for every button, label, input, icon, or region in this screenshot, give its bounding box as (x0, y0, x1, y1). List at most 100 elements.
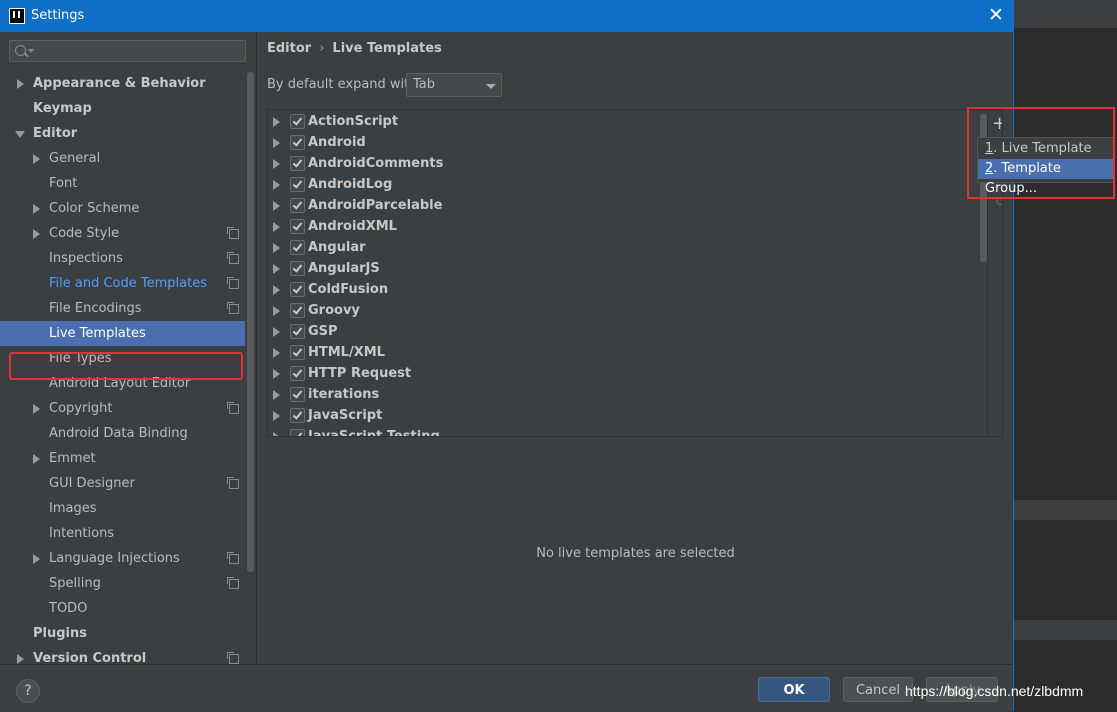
sidebar-item-code-style[interactable]: Code Style (0, 221, 245, 246)
sidebar-item-font[interactable]: Font (0, 171, 245, 196)
selection-highlight-box (9, 352, 243, 380)
group-enabled-checkbox[interactable] (290, 177, 305, 192)
group-enabled-checkbox[interactable] (290, 156, 305, 171)
expand-arrow-icon[interactable] (273, 159, 280, 169)
help-button[interactable]: ? (16, 679, 40, 703)
project-copy-icon (227, 577, 239, 589)
sidebar-item-label: Images (49, 501, 97, 516)
expand-arrow-icon[interactable] (17, 79, 24, 89)
group-enabled-checkbox[interactable] (290, 324, 305, 339)
sidebar-item-todo[interactable]: TODO (0, 596, 245, 621)
window-title: Settings (31, 8, 85, 23)
template-group-row[interactable]: HTML/XML (268, 342, 968, 363)
sidebar-scrollbar[interactable] (247, 72, 254, 572)
template-group-label: ColdFusion (308, 282, 389, 297)
group-enabled-checkbox[interactable] (290, 198, 305, 213)
sidebar-item-label: File and Code Templates (49, 276, 207, 291)
expand-arrow-icon[interactable] (273, 243, 280, 253)
expand-arrow-icon[interactable] (273, 348, 280, 358)
group-enabled-checkbox[interactable] (290, 387, 305, 402)
group-enabled-checkbox[interactable] (290, 366, 305, 381)
template-group-row[interactable]: iterations (268, 384, 968, 405)
sidebar-item-plugins[interactable]: Plugins (0, 621, 245, 646)
settings-sidebar: Appearance & Behavior Keymap Editor Gene… (0, 32, 257, 666)
expand-arrow-icon[interactable] (273, 411, 280, 421)
template-group-row[interactable]: JavaScript (268, 405, 968, 426)
group-enabled-checkbox[interactable] (290, 345, 305, 360)
sidebar-item-emmet[interactable]: Emmet (0, 446, 245, 471)
template-group-label: Angular (308, 240, 366, 255)
group-enabled-checkbox[interactable] (290, 261, 305, 276)
template-group-row[interactable]: HTTP Request (268, 363, 968, 384)
expand-arrow-icon[interactable] (33, 229, 40, 239)
sidebar-item-label: TODO (49, 601, 88, 616)
group-enabled-checkbox[interactable] (290, 429, 305, 436)
group-enabled-checkbox[interactable] (290, 303, 305, 318)
close-icon[interactable]: ✕ (988, 3, 1004, 27)
template-group-row[interactable]: GSP (268, 321, 968, 342)
template-group-row[interactable]: AndroidXML (268, 216, 968, 237)
template-group-row[interactable]: AndroidParcelable (268, 195, 968, 216)
sidebar-item-keymap[interactable]: Keymap (0, 96, 245, 121)
expand-arrow-icon[interactable] (33, 454, 40, 464)
expand-arrow-icon[interactable] (33, 204, 40, 214)
template-group-row[interactable]: Groovy (268, 300, 968, 321)
sidebar-item-gui-designer[interactable]: GUI Designer (0, 471, 245, 496)
search-input[interactable] (9, 40, 246, 62)
group-enabled-checkbox[interactable] (290, 408, 305, 423)
collapse-arrow-icon[interactable] (15, 131, 25, 138)
group-enabled-checkbox[interactable] (290, 282, 305, 297)
sidebar-item-live-templates[interactable]: Live Templates (0, 321, 245, 346)
sidebar-item-label: Intentions (49, 526, 115, 541)
expand-arrow-icon[interactable] (273, 285, 280, 295)
expand-arrow-icon[interactable] (273, 117, 280, 127)
expand-arrow-icon[interactable] (273, 369, 280, 379)
sidebar-item-android-data-binding[interactable]: Android Data Binding (0, 421, 245, 446)
ok-button[interactable]: OK (758, 677, 830, 702)
project-copy-icon (227, 252, 239, 264)
expand-arrow-icon[interactable] (273, 180, 280, 190)
sidebar-item-color-scheme[interactable]: Color Scheme (0, 196, 245, 221)
sidebar-item-file-encodings[interactable]: File Encodings (0, 296, 245, 321)
expand-arrow-icon[interactable] (17, 654, 24, 664)
expand-arrow-icon[interactable] (33, 154, 40, 164)
expand-arrow-icon[interactable] (273, 138, 280, 148)
project-copy-icon (227, 477, 239, 489)
sidebar-item-appearance-behavior[interactable]: Appearance & Behavior (0, 71, 245, 96)
sidebar-item-intentions[interactable]: Intentions (0, 521, 245, 546)
expand-arrow-icon[interactable] (33, 404, 40, 414)
expand-arrow-icon[interactable] (273, 264, 280, 274)
sidebar-item-editor[interactable]: Editor (0, 121, 245, 146)
expand-arrow-icon[interactable] (273, 306, 280, 316)
sidebar-item-general[interactable]: General (0, 146, 245, 171)
sidebar-item-inspections[interactable]: Inspections (0, 246, 245, 271)
expand-with-select[interactable]: Tab (406, 73, 502, 97)
expand-arrow-icon[interactable] (273, 201, 280, 211)
expand-arrow-icon[interactable] (273, 222, 280, 232)
template-group-row[interactable]: ActionScript (268, 111, 968, 132)
sidebar-item-images[interactable]: Images (0, 496, 245, 521)
expand-arrow-icon[interactable] (273, 390, 280, 400)
group-enabled-checkbox[interactable] (290, 114, 305, 129)
template-group-row[interactable]: AngularJS (268, 258, 968, 279)
group-enabled-checkbox[interactable] (290, 240, 305, 255)
expand-arrow-icon[interactable] (273, 432, 280, 436)
template-group-row[interactable]: JavaScript Testing (268, 426, 968, 436)
template-group-label: GSP (308, 324, 338, 339)
project-copy-icon (227, 277, 239, 289)
template-group-row[interactable]: AndroidLog (268, 174, 968, 195)
template-group-row[interactable]: AndroidComments (268, 153, 968, 174)
sidebar-item-label: File Encodings (49, 301, 142, 316)
cancel-button[interactable]: Cancel (843, 677, 913, 702)
group-enabled-checkbox[interactable] (290, 135, 305, 150)
group-enabled-checkbox[interactable] (290, 219, 305, 234)
sidebar-item-copyright[interactable]: Copyright (0, 396, 245, 421)
dialog-footer: ? OK Cancel Apply (0, 664, 1013, 712)
sidebar-item-spelling[interactable]: Spelling (0, 571, 245, 596)
expand-arrow-icon[interactable] (273, 327, 280, 337)
template-group-row[interactable]: ColdFusion (268, 279, 968, 300)
template-group-label: AndroidLog (308, 177, 393, 192)
template-group-row[interactable]: Android (268, 132, 968, 153)
sidebar-item-file-and-code-templates[interactable]: File and Code Templates (0, 271, 245, 296)
template-group-row[interactable]: Angular (268, 237, 968, 258)
